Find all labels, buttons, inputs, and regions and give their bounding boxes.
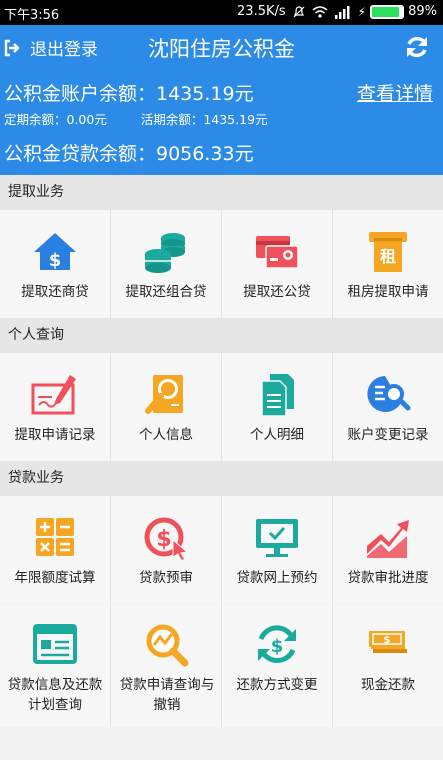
cell-label: 贷款网上预约 bbox=[236, 570, 318, 586]
person-search-icon bbox=[145, 375, 183, 414]
page-title: 沈阳住房公积金 bbox=[148, 37, 295, 61]
trend-chart-icon bbox=[367, 520, 409, 558]
cell-label: 贷款预审 bbox=[139, 570, 193, 586]
cell-label: 贷款申请查询与撤销 bbox=[119, 677, 215, 713]
document-icon bbox=[261, 374, 294, 417]
loan-pre-review[interactable]: $ 贷款预审 bbox=[111, 496, 221, 604]
network-speed: 23.5K/s bbox=[237, 4, 286, 19]
calculator-icon bbox=[36, 518, 74, 556]
cell-label: 提取还组合贷 bbox=[125, 284, 207, 300]
loan-balance: 公积金贷款余额：9056.33元 bbox=[4, 143, 254, 165]
cell-label: 个人明细 bbox=[250, 427, 304, 443]
personal-info[interactable]: 个人信息 bbox=[111, 353, 221, 461]
cell-label: 提取还公贷 bbox=[243, 284, 311, 300]
bank-card-icon bbox=[256, 236, 299, 269]
withdraw-combo-loan[interactable]: 提取还组合贷 bbox=[111, 210, 221, 318]
battery-indicator: ⚡ 89% bbox=[357, 4, 437, 19]
mute-icon bbox=[293, 5, 305, 17]
account-balance: 公积金账户余额：1435.19元 bbox=[4, 83, 254, 105]
withdraw-public-loan[interactable]: 提取还公贷 bbox=[222, 210, 332, 318]
wifi-icon bbox=[312, 5, 328, 18]
cell-label: 提取还商贷 bbox=[21, 284, 89, 300]
withdraw-rent-apply[interactable]: 租 租房提取申请 bbox=[333, 210, 443, 318]
section-header-withdraw: 提取业务 bbox=[0, 175, 443, 210]
account-change-records[interactable]: 账户变更记录 bbox=[333, 353, 443, 461]
cell-label: 贷款审批进度 bbox=[347, 570, 429, 586]
personal-grid: 提取申请记录 个人信息 个人明细 账户变更记录 bbox=[0, 353, 443, 461]
status-bar: 下午3:56 23.5K/s ⚡ 89% bbox=[0, 0, 443, 25]
coin-stack-icon bbox=[145, 233, 185, 273]
withdraw-apply-records[interactable]: 提取申请记录 bbox=[0, 353, 110, 461]
details-link[interactable]: 查看详情 bbox=[357, 79, 433, 106]
loan-grid-row-2: 贷款信息及还款计划查询 贷款申请查询与撤销 $ 还款方式变更 $ 现金还款 bbox=[0, 605, 443, 727]
cell-label: 个人信息 bbox=[139, 427, 193, 443]
loan-info-repayment-plan[interactable]: 贷款信息及还款计划查询 bbox=[0, 605, 110, 727]
svg-text:$: $ bbox=[49, 250, 62, 271]
cash-stack-icon: $ bbox=[369, 631, 407, 653]
monitor-check-icon bbox=[256, 519, 298, 557]
signal-icon bbox=[334, 5, 350, 19]
loan-online-appointment[interactable]: 贷款网上预约 bbox=[222, 496, 332, 604]
section-header-personal: 个人查询 bbox=[0, 318, 443, 353]
withdraw-commercial-loan[interactable]: $ 提取还商贷 bbox=[0, 210, 110, 318]
check-sign-icon bbox=[31, 375, 76, 415]
balance-breakdown: 定期余额：0.00元 活期余额：1435.19元 bbox=[4, 109, 268, 128]
loan-grid-row-1: 年限额度试算 $ 贷款预审 贷款网上预约 贷款审批进度 bbox=[0, 496, 443, 604]
cash-repayment[interactable]: $ 现金还款 bbox=[333, 605, 443, 727]
repayment-method-change[interactable]: $ 还款方式变更 bbox=[222, 605, 332, 727]
chart-magnifier-icon bbox=[146, 624, 189, 667]
status-time: 下午3:56 bbox=[4, 8, 60, 23]
loan-quota-calc[interactable]: 年限额度试算 bbox=[0, 496, 110, 604]
house-dollar-icon: $ bbox=[34, 233, 76, 271]
app-header: 退出登录 沈阳住房公积金 公积金账户余额：1435.19元 查看详情 定期余额：… bbox=[0, 25, 443, 175]
rent-char: 租 bbox=[380, 247, 396, 266]
refresh-icon[interactable] bbox=[403, 33, 431, 61]
status-right: 23.5K/s ⚡ 89% bbox=[237, 4, 437, 19]
section-header-loan: 贷款业务 bbox=[0, 461, 443, 496]
cell-label: 现金还款 bbox=[361, 677, 415, 693]
battery-percent: 89% bbox=[408, 4, 437, 19]
svg-text:$: $ bbox=[156, 527, 171, 552]
cell-label: 账户变更记录 bbox=[347, 427, 429, 443]
battery-fill bbox=[372, 6, 399, 17]
info-list-icon bbox=[33, 624, 77, 664]
dollar-refresh-icon: $ bbox=[258, 625, 296, 664]
withdraw-grid: $ 提取还商贷 提取还组合贷 提取还公贷 租 租房提取申请 bbox=[0, 210, 443, 318]
cell-label: 提取申请记录 bbox=[14, 427, 96, 443]
loan-approval-progress[interactable]: 贷款审批进度 bbox=[333, 496, 443, 604]
cell-label: 租房提取申请 bbox=[347, 284, 429, 300]
svg-text:$: $ bbox=[384, 635, 391, 646]
svg-text:$: $ bbox=[271, 636, 284, 657]
eq-search-icon bbox=[367, 376, 411, 412]
current-balance: 活期余额：1435.19元 bbox=[140, 112, 268, 127]
cell-label: 年限额度试算 bbox=[14, 570, 96, 586]
dollar-cursor-icon: $ bbox=[144, 517, 189, 560]
loan-apply-query-cancel[interactable]: 贷款申请查询与撤销 bbox=[111, 605, 221, 727]
fixed-balance: 定期余额：0.00元 bbox=[4, 112, 107, 127]
cell-label: 还款方式变更 bbox=[236, 677, 318, 693]
rent-atm-icon: 租 bbox=[369, 232, 407, 272]
cell-label: 贷款信息及还款计划查询 bbox=[7, 677, 103, 713]
personal-details[interactable]: 个人明细 bbox=[222, 353, 332, 461]
